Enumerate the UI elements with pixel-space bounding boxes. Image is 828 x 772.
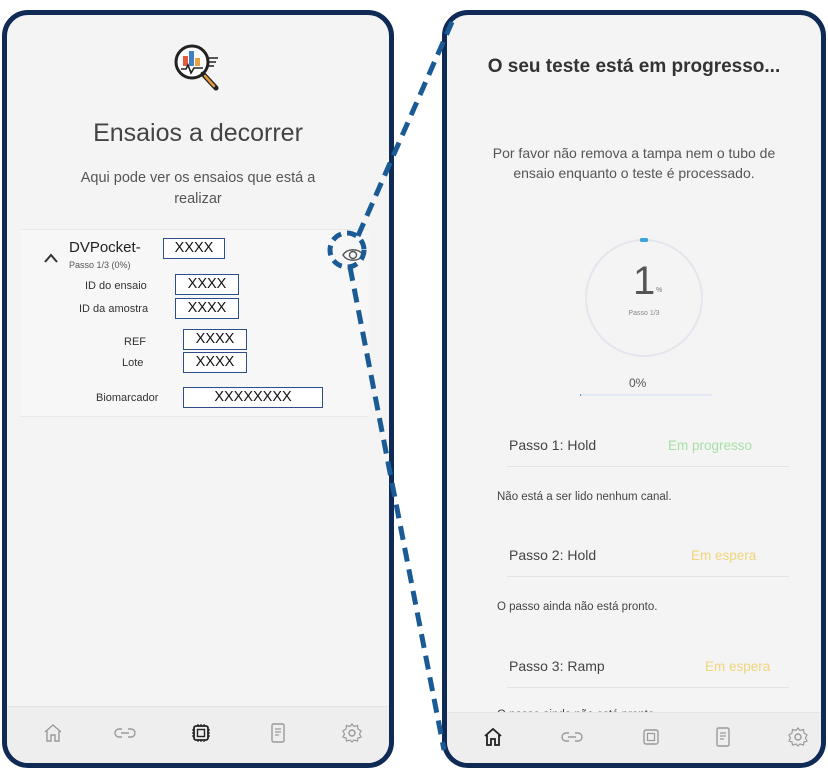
- connector-line-bottom: [347, 266, 447, 751]
- eye-highlight-circle: [327, 230, 367, 270]
- zoom-connector: [327, 20, 455, 751]
- connector-line-top: [355, 20, 455, 238]
